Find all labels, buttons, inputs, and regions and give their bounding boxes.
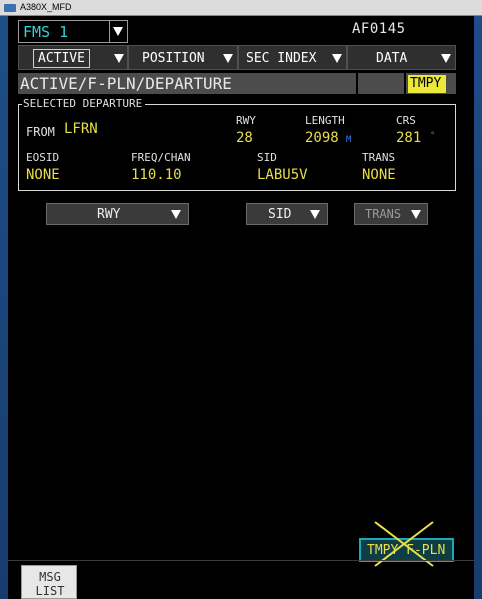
freq-chan-label: FREQ/CHAN xyxy=(131,151,191,164)
title-divider xyxy=(356,73,358,94)
fms-selector[interactable]: FMS 1 xyxy=(18,20,128,43)
rwy-value: 28 xyxy=(236,130,253,146)
chevron-down-icon xyxy=(441,54,451,63)
msg-list-button[interactable]: MSG LIST xyxy=(21,565,77,599)
tmpy-badge: TMPY xyxy=(408,75,446,93)
eosid-label: EOSID xyxy=(26,151,60,164)
menu-active[interactable]: ACTIVE xyxy=(18,45,128,70)
trans-label: TRANS xyxy=(362,151,396,164)
menu-active-label: ACTIVE xyxy=(33,49,90,68)
from-label: FROM xyxy=(26,125,55,139)
sid-label: SID xyxy=(257,151,277,164)
window-titlebar[interactable]: A380X_MFD xyxy=(0,0,482,16)
menu-position[interactable]: POSITION xyxy=(128,45,238,70)
page-title-bar: ACTIVE/F-PLN/DEPARTURE xyxy=(18,73,456,94)
rwy-label: RWY xyxy=(236,114,256,127)
page-title: ACTIVE/F-PLN/DEPARTURE xyxy=(20,74,232,93)
length-value: 2098 xyxy=(305,130,339,146)
crs-value: 281 xyxy=(396,130,422,146)
trans-dropdown[interactable]: TRANS xyxy=(354,203,428,225)
eosid-value: NONE xyxy=(26,167,60,183)
rwy-dropdown-label: RWY xyxy=(97,207,121,222)
from-airport: LFRN xyxy=(64,121,98,137)
fms-selector-label: FMS 1 xyxy=(23,23,69,41)
menu-sec-index[interactable]: SEC INDEX xyxy=(238,45,347,70)
selected-departure-title: SELECTED DEPARTURE xyxy=(22,97,146,110)
sid-dropdown-label: SID xyxy=(268,207,292,222)
length-unit: M xyxy=(346,135,352,145)
chevron-down-icon xyxy=(171,210,181,219)
msg-list-label-line1: MSG xyxy=(39,570,61,584)
crs-degree-unit: ° xyxy=(430,131,436,141)
trans-dropdown-label: TRANS xyxy=(365,207,402,221)
chevron-down-icon xyxy=(223,54,233,63)
menu-position-label: POSITION xyxy=(142,51,205,66)
title-divider xyxy=(404,73,406,94)
menu-data[interactable]: DATA xyxy=(347,45,456,70)
chevron-down-icon xyxy=(114,54,124,63)
chevron-down-icon xyxy=(411,210,421,219)
msg-list-label-line2: LIST xyxy=(35,584,65,598)
rwy-dropdown[interactable]: RWY xyxy=(46,203,189,225)
footer-divider xyxy=(8,560,474,561)
window-left-frame xyxy=(0,16,8,599)
chevron-down-icon xyxy=(113,27,123,36)
freq-chan-value: 110.10 xyxy=(131,167,182,183)
fms-selector-arrow[interactable] xyxy=(109,21,127,42)
menu-data-label: DATA xyxy=(376,51,408,66)
length-label: LENGTH xyxy=(305,114,345,127)
menu-sec-index-label: SEC INDEX xyxy=(246,51,317,66)
crs-label: CRS xyxy=(396,114,416,127)
tmpy-badge-label: TMPY xyxy=(410,76,442,91)
chevron-down-icon xyxy=(332,54,342,63)
window-right-frame xyxy=(474,16,482,599)
window-title: A380X_MFD xyxy=(20,2,72,12)
sid-value: LABU5V xyxy=(257,167,308,183)
chevron-down-icon xyxy=(310,210,320,219)
app-icon xyxy=(4,4,16,12)
trans-value: NONE xyxy=(362,167,396,183)
flight-number: AF0145 xyxy=(352,21,406,37)
sid-dropdown[interactable]: SID xyxy=(246,203,328,225)
